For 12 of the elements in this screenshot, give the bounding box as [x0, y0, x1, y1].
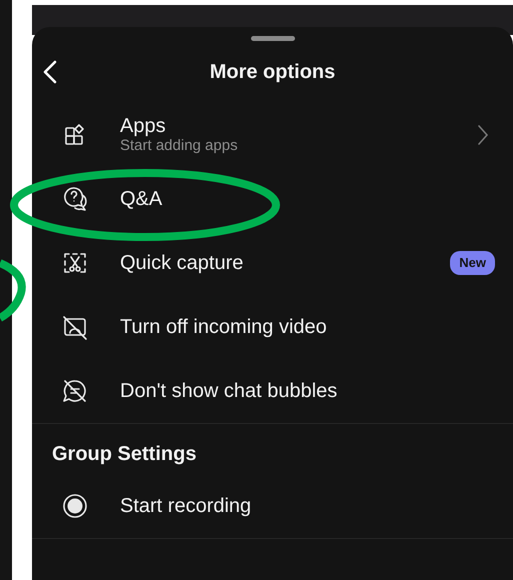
record-icon	[60, 491, 90, 521]
menu-item[interactable]: Turn off incoming video	[32, 295, 513, 359]
highlight-arc	[0, 259, 26, 322]
menu-item[interactable]: Apps Start adding apps	[32, 103, 513, 167]
menu-item[interactable]: Start recording	[32, 474, 513, 538]
menu-item[interactable]: Don't show chat bubbles	[32, 359, 513, 423]
new-badge: New	[450, 251, 495, 275]
menu-item[interactable]: Q&A	[32, 167, 513, 231]
drag-handle[interactable]	[250, 36, 294, 41]
menu-item[interactable]: Quick capture New	[32, 231, 513, 295]
sheet-title: More options	[210, 60, 336, 84]
section-heading: Group Settings	[51, 442, 198, 467]
